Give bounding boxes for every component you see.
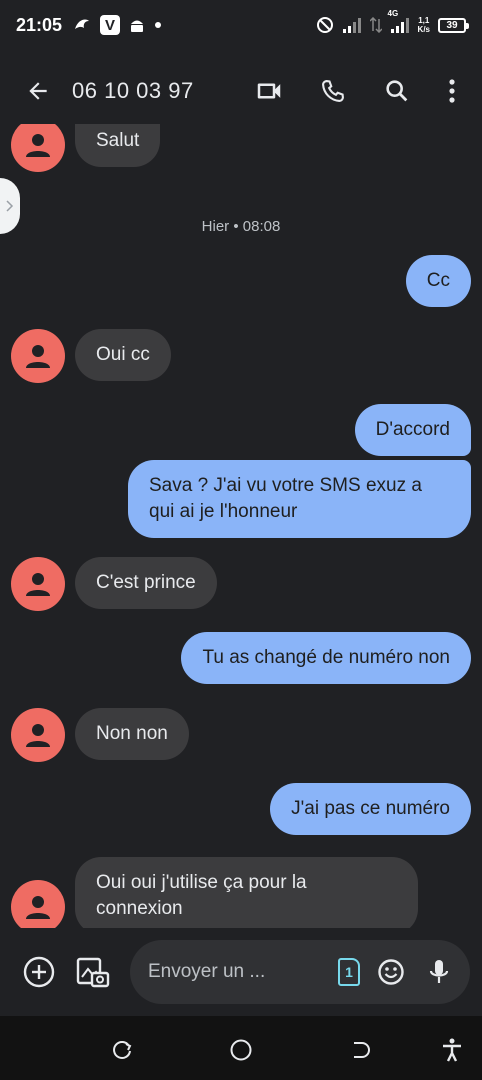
dot-icon [154,21,162,29]
chevron-right-icon [6,200,14,212]
phone-icon [322,80,344,102]
net-speed: 1,1 K/s [418,16,430,34]
incoming-message[interactable]: Non non [75,708,189,760]
network-type: 4G [387,9,399,18]
person-icon [26,134,50,157]
person-icon [26,724,50,747]
gallery-button[interactable] [72,951,114,993]
message-text: Non non [96,723,168,744]
message-text: C'est prince [96,572,196,593]
contact-avatar[interactable] [11,329,65,383]
recents-icon [113,1041,132,1059]
accessibility-button[interactable] [438,1036,466,1064]
accessibility-icon [443,1038,461,1062]
outgoing-message[interactable]: Tu as changé de numéro non [181,632,471,684]
add-attachment-button[interactable] [18,951,60,993]
more-vert-icon [449,79,455,103]
person-icon [26,896,50,919]
bird-app-icon [72,15,92,35]
contact-avatar[interactable] [11,557,65,611]
more-options-button[interactable] [440,70,464,112]
person-icon [26,573,50,596]
message-text: Cc [426,270,450,291]
conversation-header: 06 10 03 97 [0,58,482,124]
message-text: Oui cc [96,344,150,365]
message-input[interactable] [148,961,288,983]
sim-selector-button[interactable]: 1 [338,958,360,986]
outgoing-message[interactable]: J'ai pas ce numéro [270,783,471,835]
person-icon [26,345,50,368]
battery-icon: 39 [438,17,469,33]
mic-icon [429,960,449,983]
compose-bar: 1 [0,930,482,1014]
back-button[interactable] [18,71,58,111]
message-text: Oui oui j'utilise ça pour la connexion [96,872,307,919]
message-text: D'accord [375,419,450,440]
net-speed-unit: K/s [417,25,430,34]
incoming-message[interactable]: Salut [75,124,161,167]
contact-title: 06 10 03 97 [72,78,194,103]
signal-icon [342,17,362,33]
sim-number: 1 [345,964,353,980]
system-navigation-bar [0,1016,482,1080]
contact-avatar[interactable] [11,708,65,762]
contact-avatar[interactable] [11,124,65,172]
v-app-icon: V [100,15,121,35]
back-nav-icon [354,1042,370,1058]
home-circle-icon [230,1039,252,1061]
contact-avatar[interactable] [11,880,65,928]
outgoing-message[interactable]: Cc [405,255,471,307]
status-bar: 21:05 V 4G 1,1 K/s 39 [0,0,482,50]
search-button[interactable] [376,70,418,112]
back-nav-button[interactable] [347,1036,375,1064]
battery-level: 39 [446,19,458,31]
add-circle-icon [23,956,55,988]
net-speed-value: 1,1 [418,16,430,25]
data-transfer-icon [369,17,382,33]
date-separator: Hier • 08:08 [201,218,281,235]
search-icon [386,80,408,102]
arrow-back-icon [29,82,47,100]
message-text: J'ai pas ce numéro [291,798,450,819]
emoji-button[interactable] [374,951,408,993]
gallery-camera-icon [76,957,110,988]
message-input-container[interactable]: 1 [130,940,470,1004]
message-text: Sava ? J'ai vu votre SMS exuz a qui ai j… [149,475,422,522]
emoji-icon [378,959,404,985]
incoming-message[interactable]: Oui oui j'utilise ça pour la connexion [75,857,418,928]
video-call-icon [257,83,281,99]
video-call-button[interactable] [248,70,290,112]
do-not-disturb-icon [316,16,334,34]
message-text: Salut [96,130,140,151]
voice-input-button[interactable] [422,951,456,993]
outgoing-message[interactable]: D'accord [354,404,471,456]
message-text: Tu as changé de numéro non [202,647,450,668]
message-list[interactable]: Salut Hier • 08:08 Cc Oui cc D'accord Sa… [0,124,482,928]
call-button[interactable] [312,70,354,112]
signal-4g-icon: 4G [388,9,410,33]
android-icon [128,16,146,34]
outgoing-message[interactable]: Sava ? J'ai vu votre SMS exuz a qui ai j… [128,460,471,538]
home-button[interactable] [227,1036,255,1064]
incoming-message[interactable]: C'est prince [75,557,217,609]
incoming-message[interactable]: Oui cc [75,329,171,381]
status-time: 21:05 [16,14,63,35]
recents-button[interactable] [108,1036,136,1064]
